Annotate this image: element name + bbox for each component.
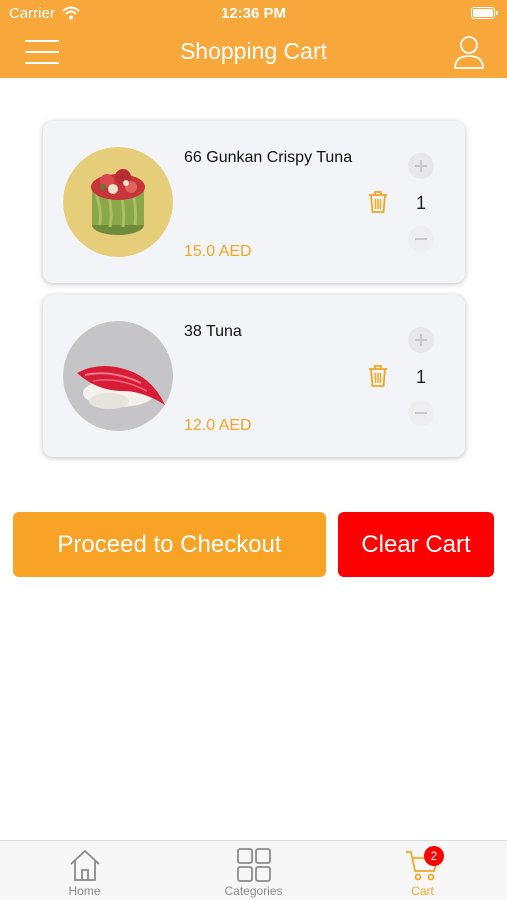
clock: 12:36 PM bbox=[220, 5, 287, 22]
home-icon bbox=[70, 850, 100, 881]
status-bar: Carrier 12:36 PM bbox=[0, 0, 507, 28]
item-price: 12.0 AED bbox=[184, 417, 252, 434]
trash-icon[interactable] bbox=[367, 190, 389, 214]
cart-item: 66 Gunkan Crispy Tuna 15.0 AED 1 bbox=[43, 121, 465, 283]
tab-bar: Home Categories 2 Cart bbox=[0, 840, 507, 900]
tab-home[interactable]: Home bbox=[0, 841, 169, 900]
tab-cart[interactable]: 2 Cart bbox=[338, 841, 507, 900]
item-image bbox=[63, 321, 173, 431]
page-title: Shopping Cart bbox=[179, 38, 328, 64]
item-name: 38 Tuna bbox=[184, 323, 242, 340]
navigation-bar: Carrier 12:36 PM Shopping Cart bbox=[0, 0, 507, 78]
tab-label: Cart bbox=[411, 884, 434, 898]
battery-icon bbox=[471, 7, 498, 19]
item-quantity: 1 bbox=[415, 193, 426, 213]
clear-cart-button[interactable]: Clear Cart bbox=[338, 512, 494, 577]
tab-categories[interactable]: Categories bbox=[169, 841, 338, 900]
decrease-quantity-button[interactable] bbox=[408, 400, 434, 426]
decrease-quantity-button[interactable] bbox=[408, 226, 434, 252]
increase-quantity-button[interactable] bbox=[408, 153, 434, 179]
proceed-to-checkout-button[interactable]: Proceed to Checkout bbox=[13, 512, 326, 577]
item-image bbox=[63, 147, 173, 257]
item-name: 66 Gunkan Crispy Tuna bbox=[184, 149, 353, 166]
user-icon[interactable] bbox=[452, 34, 486, 70]
cart-item: 38 Tuna 12.0 AED 1 bbox=[43, 295, 465, 457]
item-quantity: 1 bbox=[415, 367, 426, 387]
tab-label: Home bbox=[68, 884, 101, 898]
grid-icon bbox=[237, 848, 271, 882]
tab-label: Categories bbox=[224, 884, 283, 898]
item-price: 15.0 AED bbox=[184, 243, 252, 260]
cart-count-badge: 2 bbox=[424, 846, 444, 866]
trash-icon[interactable] bbox=[367, 364, 389, 388]
increase-quantity-button[interactable] bbox=[408, 327, 434, 353]
